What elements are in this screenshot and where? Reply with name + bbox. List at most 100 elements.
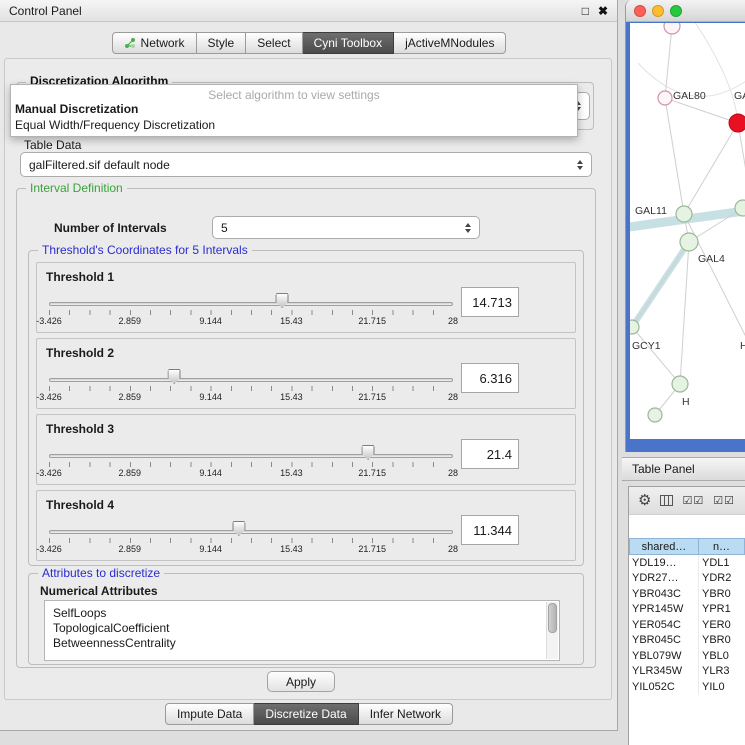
stepper-icon [465,223,471,233]
close-traffic-light[interactable] [634,5,646,17]
tab-impute-data[interactable]: Impute Data [165,703,254,725]
table-cell[interactable]: YDL19… [629,555,699,571]
tick-label: 9.144 [199,544,222,554]
columns-icon[interactable] [660,495,673,506]
apply-button[interactable]: Apply [267,671,335,692]
dropdown-item-manual-discretization[interactable]: Manual Discretization [11,101,577,117]
close-icon[interactable]: ✖ [598,4,608,18]
attributes-to-discretize-legend: Attributes to discretize [38,567,164,579]
network-node-hap2[interactable] [672,376,688,392]
table-cell[interactable]: YBR043C [629,586,699,602]
network-node-gal11[interactable] [676,206,692,222]
table-row[interactable]: YPR145WYPR1 [629,602,745,618]
table-row[interactable]: YIL052CYIL0 [629,679,745,695]
network-canvas[interactable]: GAL80 GA GAL11 GAL4 GCY1 HAP2 H [630,23,745,439]
list-scrollbar[interactable] [546,602,558,659]
tick-label: -3.426 [36,316,62,326]
table-row[interactable]: YDR27…YDR2 [629,571,745,587]
table-cell[interactable]: YPR1 [699,602,745,618]
threshold-1-slider[interactable]: -3.426 2.859 9.144 15.43 21.715 28 [49,263,453,332]
table-cell[interactable]: YDL1 [699,555,745,571]
stepper-icon [577,160,583,170]
column-header-shared-name[interactable]: shared… [629,538,699,555]
table-data-select[interactable]: galFiltered.sif default node [20,152,592,177]
threshold-coordinates-legend: Threshold's Coordinates for 5 Intervals [38,244,252,256]
threshold-2-value-field[interactable]: 6.316 [461,363,519,393]
table-cell[interactable]: YIL052C [629,679,699,695]
tab-discretize-data[interactable]: Discretize Data [254,703,358,725]
column-header-name[interactable]: n… [699,538,745,555]
table-cell[interactable]: YLR3 [699,664,745,680]
table-cell[interactable]: YBR045C [629,633,699,649]
numerical-attributes-list[interactable]: SelfLoops TopologicalCoefficient Between… [44,600,560,661]
threshold-3-slider[interactable]: -3.426 2.859 9.144 15.43 21.715 28 [49,415,453,484]
minimize-traffic-light[interactable] [652,5,664,17]
table-row[interactable]: YER054CYER0 [629,617,745,633]
network-node[interactable] [664,23,680,34]
select-rows-icons[interactable]: ☑☑ [682,494,704,507]
network-node[interactable] [648,408,662,422]
node-label-cut: GA [734,90,745,102]
zoom-traffic-light[interactable] [670,5,682,17]
network-node-selected-red[interactable] [729,114,745,132]
tab-label: jActiveMNodules [405,36,494,50]
threshold-1-value-field[interactable]: 14.713 [461,287,519,317]
slider-track[interactable] [49,302,453,306]
table-cell[interactable]: YDR2 [699,571,745,587]
tab-infer-network[interactable]: Infer Network [359,703,453,725]
gear-icon[interactable]: ⚙ [638,493,651,508]
number-of-intervals-select[interactable]: 5 [212,216,480,239]
tab-select[interactable]: Select [246,32,302,54]
table-cell[interactable]: YPR145W [629,602,699,618]
table-cell[interactable]: YBL079W [629,648,699,664]
list-item[interactable]: BetweennessCentrality [45,636,559,651]
threshold-3-value-field[interactable]: 21.4 [461,439,519,469]
network-node-gal80[interactable] [658,91,672,105]
threshold-4-value-field[interactable]: 11.344 [461,515,519,545]
list-item[interactable]: SelfLoops [45,606,559,621]
tick-label: 15.43 [280,468,303,478]
network-node[interactable] [735,200,745,216]
slider-ticks [49,386,453,391]
tick-label: -3.426 [36,544,62,554]
tab-jactivemnodules[interactable]: jActiveMNodules [394,32,506,54]
dropdown-item-equal-width-frequency[interactable]: Equal Width/Frequency Discretization [11,117,577,133]
threshold-4-slider[interactable]: -3.426 2.859 9.144 15.43 21.715 28 [49,491,453,560]
table-row[interactable]: YBL079WYBL0 [629,648,745,664]
tab-style[interactable]: Style [197,32,247,54]
select-columns-icons[interactable]: ☑☑ [713,494,735,507]
slider-track[interactable] [49,530,453,534]
numerical-attributes-label: Numerical Attributes [40,584,158,598]
network-edge [632,242,689,327]
network-edge [665,98,684,214]
float-window-icon[interactable]: □ [582,4,589,18]
network-node-gal4[interactable] [680,233,698,251]
table-cell[interactable]: YBL0 [699,648,745,664]
table-cell[interactable]: YBR0 [699,633,745,649]
table-row[interactable]: YBR045CYBR0 [629,633,745,649]
tab-network[interactable]: Network [112,32,197,54]
table-cell[interactable]: YBR0 [699,586,745,602]
table-cell[interactable]: YLR345W [629,664,699,680]
threshold-2-slider[interactable]: -3.426 2.859 9.144 15.43 21.715 28 [49,339,453,408]
tick-label: 21.715 [358,544,386,554]
slider-ticks [49,538,453,543]
table-row[interactable]: YDL19…YDL1 [629,555,745,571]
threshold-4-panel: Threshold 4 -3.426 2.859 9.144 15.43 21.… [36,490,576,561]
table-row[interactable]: YBR043CYBR0 [629,586,745,602]
tick-label: 21.715 [358,392,386,402]
slider-track[interactable] [49,378,453,382]
network-node-gcy1[interactable] [630,320,639,334]
table-cell[interactable]: YDR27… [629,571,699,587]
table-row[interactable]: YLR345WYLR3 [629,664,745,680]
tab-cyni-toolbox[interactable]: Cyni Toolbox [303,32,394,54]
tick-label: 2.859 [119,392,142,402]
tab-label: Impute Data [177,707,242,721]
table-cell[interactable]: YIL0 [699,679,745,695]
scrollbar-thumb[interactable] [548,603,557,633]
table-cell[interactable]: YER0 [699,617,745,633]
table-cell[interactable]: YER054C [629,617,699,633]
slider-track[interactable] [49,454,453,458]
network-edge [690,23,738,123]
list-item[interactable]: TopologicalCoefficient [45,621,559,636]
